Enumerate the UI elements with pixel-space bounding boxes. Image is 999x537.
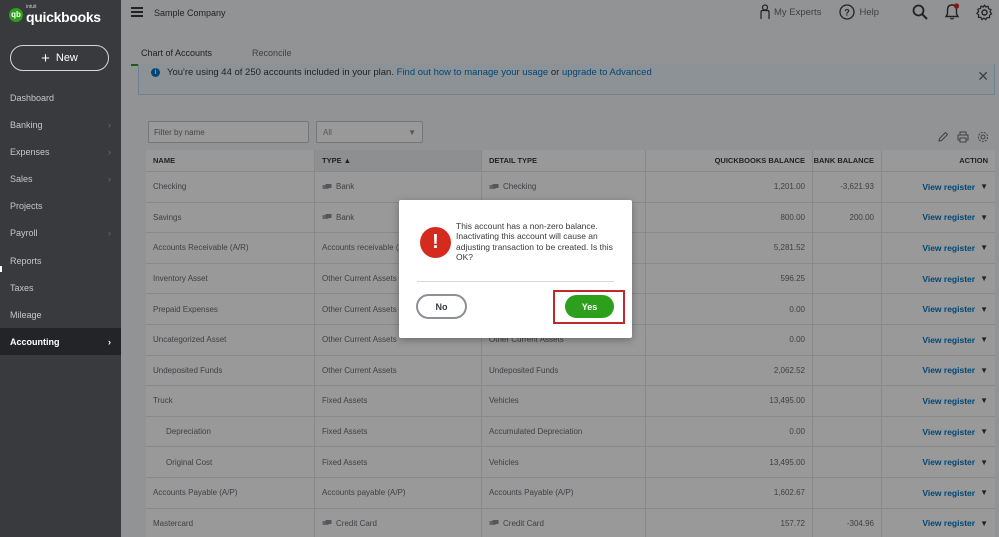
sidebar-item-label: Sales xyxy=(10,173,33,184)
sidebar-item-projects[interactable]: Projects xyxy=(0,192,121,219)
warning-exclamation-icon: ! xyxy=(420,227,451,258)
sidebar-item-reports[interactable]: Reports xyxy=(0,247,121,274)
chevron-right-icon: › xyxy=(108,173,111,184)
sidebar-item-mileage[interactable]: Mileage xyxy=(0,301,121,328)
sidebar-item-label: Payroll xyxy=(10,227,38,238)
sidebar-item-label: Banking xyxy=(10,119,43,130)
sidebar-item-banking[interactable]: Banking › xyxy=(0,111,121,138)
left-sidebar: qb intuit quickbooks + New Dashboard Bank… xyxy=(0,0,121,537)
new-button[interactable]: + New xyxy=(10,45,109,71)
sidebar-item-label: Expenses xyxy=(10,146,50,157)
quickbooks-logo[interactable]: qb intuit quickbooks xyxy=(9,5,101,24)
sidebar-item-label: Projects xyxy=(10,200,43,211)
plus-icon: + xyxy=(41,49,50,67)
quickbooks-logo-icon: qb xyxy=(9,7,23,22)
new-button-label: New xyxy=(55,52,78,64)
header-dim-overlay xyxy=(121,0,999,28)
sidebar-item-payroll[interactable]: Payroll › xyxy=(0,219,121,246)
dialog-divider xyxy=(417,281,614,282)
sidebar-item-label: Reports xyxy=(10,255,42,266)
sidebar-item-sales[interactable]: Sales › xyxy=(0,165,121,192)
sidebar-item-accounting[interactable]: Accounting › xyxy=(0,328,121,355)
chevron-right-icon: › xyxy=(108,119,111,130)
sidebar-item-label: Taxes xyxy=(10,282,34,293)
chevron-right-icon: › xyxy=(108,227,111,238)
sidebar-item-taxes[interactable]: Taxes xyxy=(0,274,121,301)
chevron-right-icon: › xyxy=(108,146,111,157)
no-button[interactable]: No xyxy=(416,294,467,319)
sidebar-item-label: Mileage xyxy=(10,309,42,320)
sidebar-item-dashboard[interactable]: Dashboard xyxy=(0,84,121,111)
sidebar-item-label: Dashboard xyxy=(10,92,55,103)
logo-brand-text: quickbooks xyxy=(26,9,101,25)
sidebar-item-label: Accounting xyxy=(10,336,60,347)
dialog-message: This account has a non-zero balance. Ina… xyxy=(456,221,613,262)
yes-button[interactable]: Yes xyxy=(565,295,614,318)
reports-marker xyxy=(0,266,2,272)
sidebar-item-expenses[interactable]: Expenses › xyxy=(0,138,121,165)
chevron-right-icon: › xyxy=(108,336,111,347)
